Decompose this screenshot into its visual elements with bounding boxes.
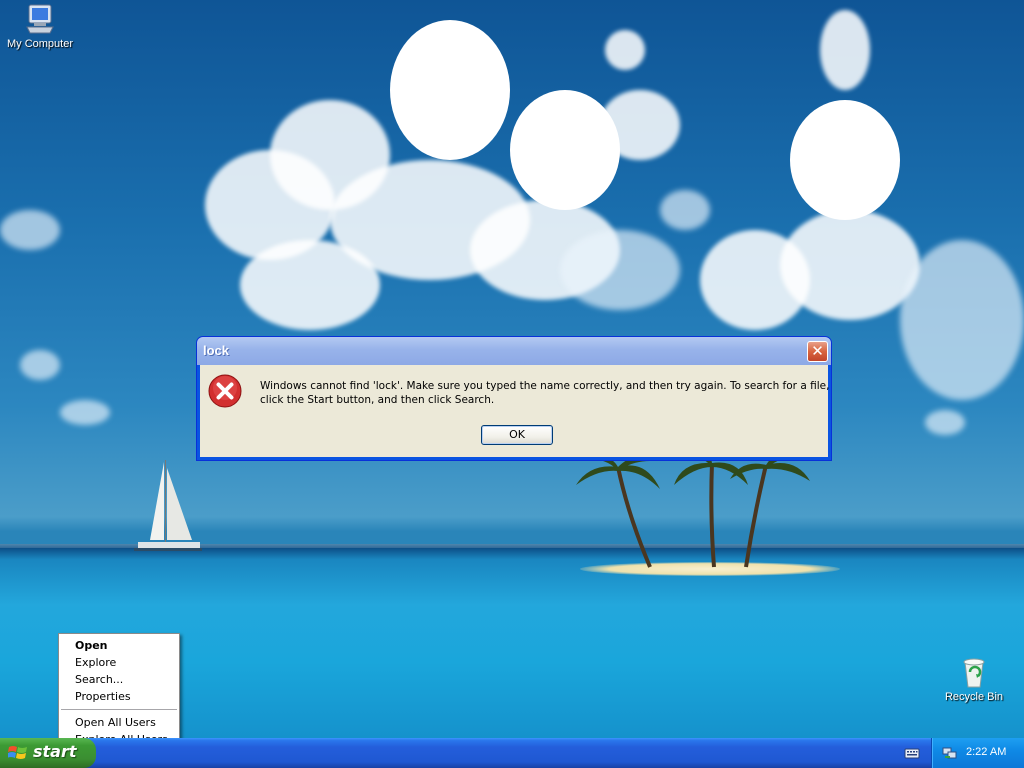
start-label: start [33,742,77,761]
my-computer-icon [26,4,54,34]
cloud [20,350,60,380]
cloud [560,230,680,310]
menu-item-search[interactable]: Search... [59,671,179,688]
cloud [790,100,900,220]
menu-item-open[interactable]: Open [59,637,179,654]
close-icon: ✕ [811,342,824,360]
recycle-bin-icon [963,658,985,688]
desktop-icon-recycle-bin[interactable]: Recycle Bin [934,656,1014,704]
ok-button[interactable]: OK [481,425,553,445]
menu-item-explore[interactable]: Explore [59,654,179,671]
cloud [660,190,710,230]
sailboat [134,460,202,551]
menu-separator [61,709,177,710]
error-icon [208,374,242,408]
taskbar: start 2:22 AM [0,738,1024,768]
cloud [900,240,1024,400]
clock: 2:22 AM [966,746,1007,758]
cloud [390,20,510,160]
palm-trees [576,455,810,568]
system-tray: 2:22 AM [931,738,1024,768]
cloud [240,240,380,330]
windows-flag-icon [8,746,27,759]
network-icon[interactable] [942,745,958,761]
cloud [820,10,870,90]
dialog-titlebar[interactable]: lock ✕ [197,337,831,365]
cloud [780,210,920,320]
start-context-menu: Open Explore Search... Properties Open A… [58,633,180,749]
menu-item-open-all-users[interactable]: Open All Users [59,714,179,731]
cloud [600,90,680,160]
dialog-title: lock [203,343,230,358]
cloud [60,400,110,425]
error-message: Windows cannot find 'lock'. Make sure yo… [260,380,830,406]
desktop-icon-label: Recycle Bin [944,691,1004,703]
dialog-body: Windows cannot find 'lock'. Make sure yo… [200,365,830,457]
start-button[interactable]: start [0,738,96,768]
keyboard-icon[interactable] [904,745,920,761]
menu-item-properties[interactable]: Properties [59,688,179,705]
cloud [0,210,60,250]
desktop-icon-label: My Computer [6,38,74,50]
error-dialog: lock ✕ Windows cannot find 'lock'. Make … [196,336,832,461]
close-button[interactable]: ✕ [807,341,828,362]
cloud [925,410,965,435]
cloud [605,30,645,70]
desktop-icon-my-computer[interactable]: My Computer [0,3,80,51]
